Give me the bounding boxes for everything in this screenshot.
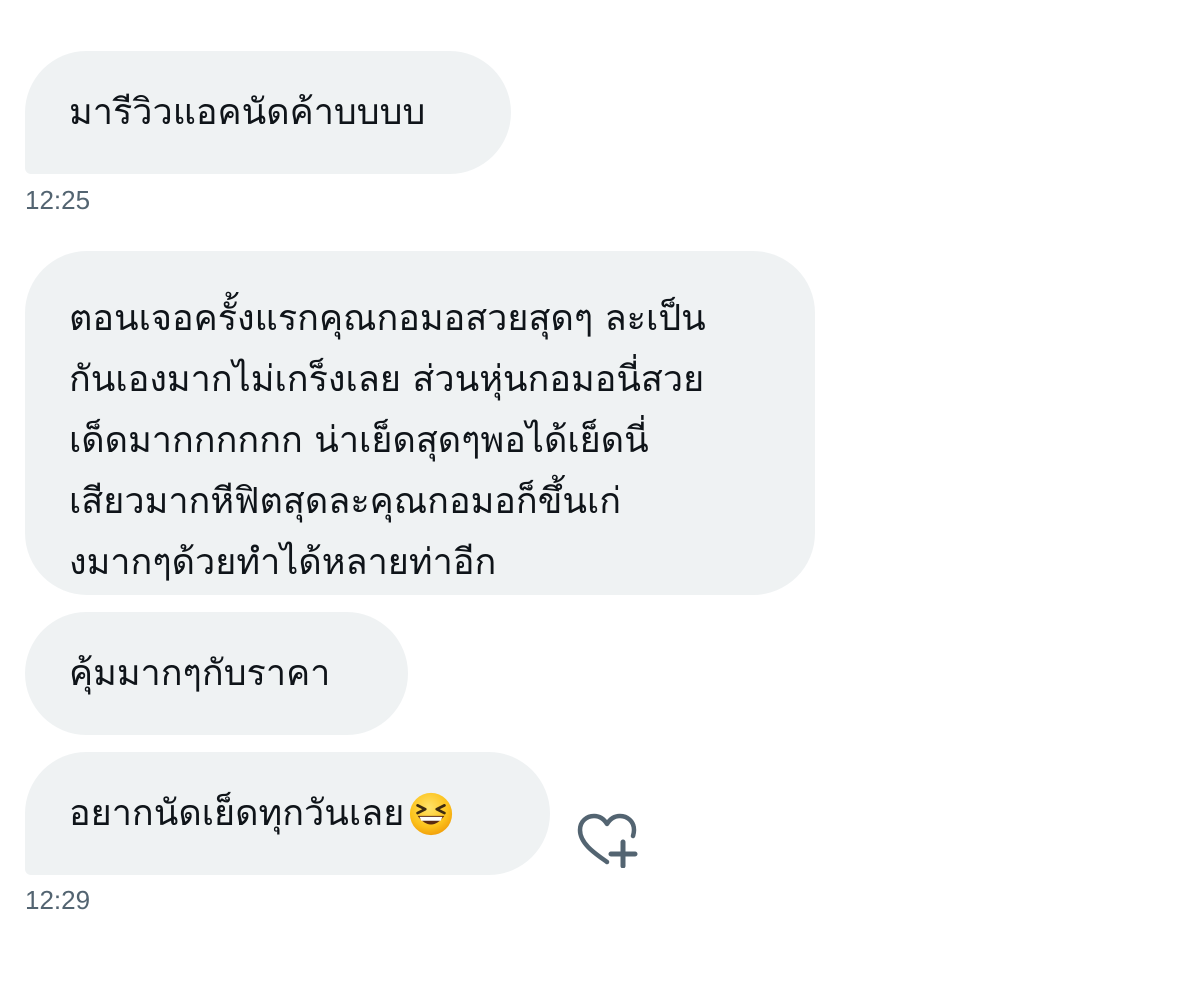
message-timestamp: 12:29: [25, 885, 91, 915]
message-bubble[interactable]: มารีวิวแอคนัดค้าบบบบ: [25, 51, 511, 174]
message-timestamp: 12:25: [25, 185, 91, 215]
message-line: กันเองมากไม่เกร็งเลย ส่วนหุ่นกอมอนี่สวย: [69, 359, 705, 400]
message-bubble[interactable]: อยากนัดเย็ดทุกวันเลย: [25, 752, 550, 875]
heart-plus-icon[interactable]: [576, 812, 638, 868]
grinning-squinting-face-icon: [410, 792, 453, 835]
message-bubble[interactable]: คุ้มมากๆกับราคา: [25, 612, 408, 735]
message-text: มารีวิวแอคนัดค้าบบบบ: [69, 92, 426, 133]
message-text: อยากนัดเย็ดทุกวันเลย: [69, 793, 405, 834]
message-text: คุ้มมากๆกับราคา: [69, 653, 331, 694]
message-line: ตอนเจอครั้งแรกคุณกอมอสวยสุดๆ ละเป็น: [69, 298, 706, 339]
message-text: ตอนเจอครั้งแรกคุณกอมอสวยสุดๆ ละเป็น กันเ…: [69, 288, 706, 593]
message-line: เด็ดมากกกกกก น่าเย็ดสุดๆพอได้เย็ดนี่: [69, 420, 649, 461]
message-line: งมากๆด้วยทำได้หลายท่าอีก: [69, 542, 497, 583]
message-bubble[interactable]: ตอนเจอครั้งแรกคุณกอมอสวยสุดๆ ละเป็น กันเ…: [25, 251, 815, 595]
message-line: เสียวมากหีฟิตสุดละคุณกอมอก็ขึ้นเก่: [69, 481, 622, 522]
